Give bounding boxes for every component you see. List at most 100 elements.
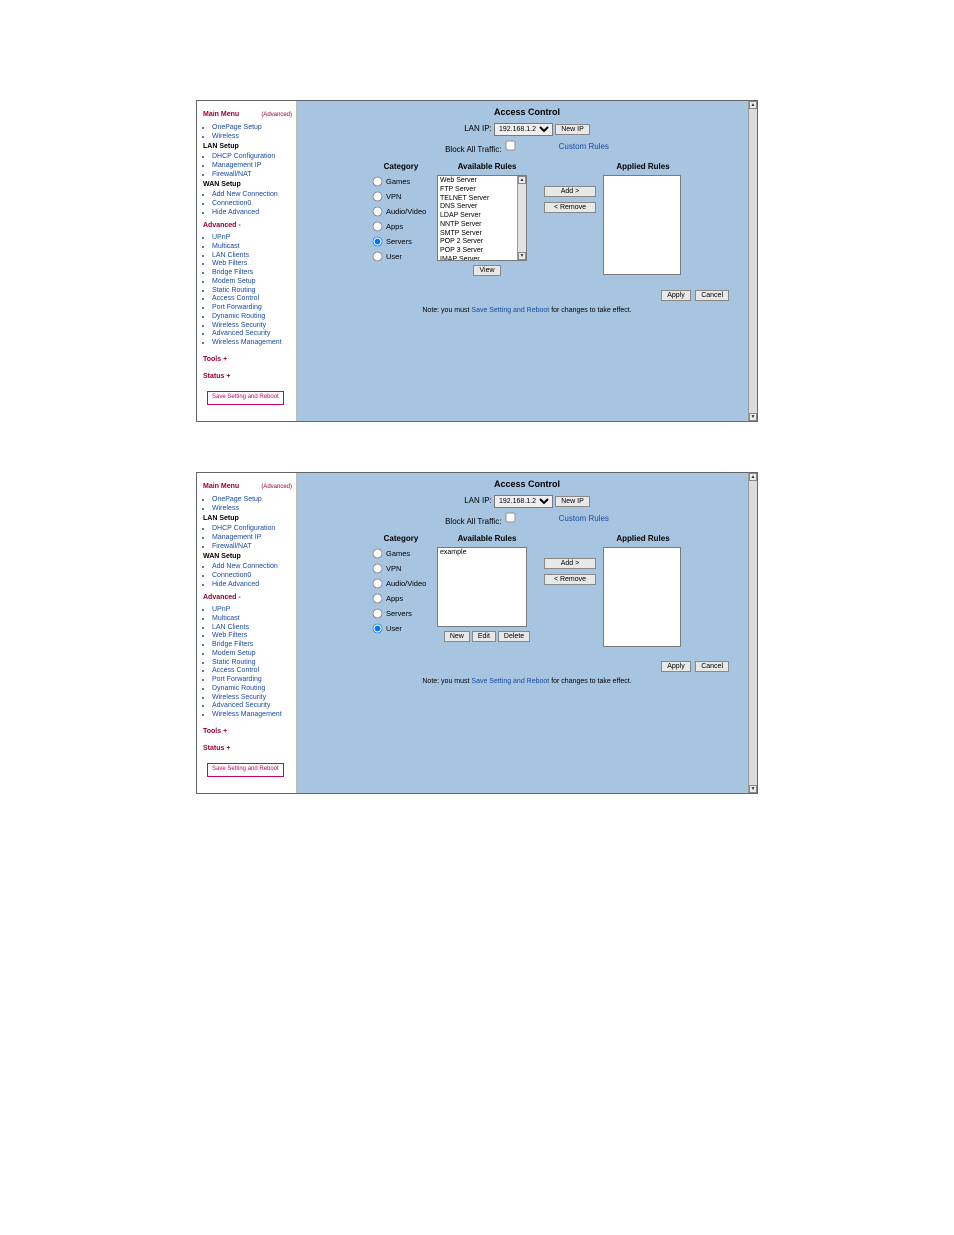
save-reboot-button[interactable]: Save Setting and Reboot (207, 763, 284, 777)
available-rules-listbox[interactable]: Web Server FTP Server TELNET Server DNS … (437, 175, 527, 261)
scroll-up-icon[interactable]: ▲ (749, 101, 757, 109)
nav-dynamic-routing[interactable]: Dynamic Routing (212, 685, 265, 692)
nav-dynamic-routing[interactable]: Dynamic Routing (212, 313, 265, 320)
nav-connection0[interactable]: Connection0 (212, 572, 251, 579)
category-audio-video-radio[interactable] (373, 207, 383, 217)
category-servers-radio[interactable] (373, 609, 383, 619)
nav-wireless-security[interactable]: Wireless Security (212, 322, 266, 329)
nav-upnp[interactable]: UPnP (212, 606, 230, 613)
nav-web-filters[interactable]: Web Filters (212, 632, 247, 639)
remove-button[interactable]: < Remove (544, 202, 596, 213)
list-item[interactable]: POP 3 Server (440, 247, 516, 256)
nav-lan-clients[interactable]: LAN Clients (212, 252, 249, 259)
list-item[interactable]: IMAP Server (440, 256, 516, 260)
lan-ip-select[interactable]: 192.168.1.2 (494, 123, 553, 136)
delete-button[interactable]: Delete (498, 631, 530, 642)
tools-heading[interactable]: Tools + (203, 728, 292, 737)
list-item[interactable]: SMTP Server (440, 230, 516, 239)
add-button[interactable]: Add > (544, 186, 596, 197)
nav-lan-clients[interactable]: LAN Clients (212, 624, 249, 631)
nav-onepage-setup[interactable]: OnePage Setup (212, 496, 262, 503)
nav-management-ip[interactable]: Management IP (212, 534, 261, 541)
available-rules-listbox[interactable]: example (437, 547, 527, 627)
remove-button[interactable]: < Remove (544, 574, 596, 585)
nav-bridge-filters[interactable]: Bridge Filters (212, 269, 253, 276)
edit-button[interactable]: Edit (472, 631, 496, 642)
list-item[interactable]: TELNET Server (440, 195, 516, 204)
nav-advanced-security[interactable]: Advanced Security (212, 702, 270, 709)
category-apps-radio[interactable] (373, 594, 383, 604)
nav-management-ip[interactable]: Management IP (212, 162, 261, 169)
lan-ip-select[interactable]: 192.168.1.2 (494, 495, 553, 508)
block-all-checkbox[interactable] (505, 513, 515, 523)
category-audio-video-radio[interactable] (373, 579, 383, 589)
nav-hide-advanced[interactable]: Hide Advanced (212, 209, 259, 216)
status-heading[interactable]: Status + (203, 745, 292, 754)
list-item[interactable]: NNTP Server (440, 221, 516, 230)
category-vpn-radio[interactable] (373, 564, 383, 574)
list-item[interactable]: LDAP Server (440, 212, 516, 221)
status-heading[interactable]: Status + (203, 373, 292, 382)
category-user-radio[interactable] (373, 624, 383, 634)
nav-bridge-filters[interactable]: Bridge Filters (212, 641, 253, 648)
new-ip-button[interactable]: New IP (555, 496, 590, 507)
nav-add-new-connection[interactable]: Add New Connection (212, 191, 278, 198)
nav-dhcp-configuration[interactable]: DHCP Configuration (212, 525, 275, 532)
page-scrollbar[interactable]: ▲ ▼ (748, 101, 757, 421)
nav-upnp[interactable]: UPnP (212, 234, 230, 241)
category-servers-radio[interactable] (373, 237, 383, 247)
nav-port-forwarding[interactable]: Port Forwarding (212, 676, 262, 683)
nav-static-routing[interactable]: Static Routing (212, 659, 256, 666)
advanced-top-link[interactable]: (Advanced) (261, 484, 292, 492)
nav-connection0[interactable]: Connection0 (212, 200, 251, 207)
nav-add-new-connection[interactable]: Add New Connection (212, 563, 278, 570)
nav-web-filters[interactable]: Web Filters (212, 260, 247, 267)
save-reboot-button[interactable]: Save Setting and Reboot (207, 391, 284, 405)
applied-rules-listbox[interactable] (603, 547, 681, 647)
list-item[interactable]: example (440, 549, 524, 558)
new-button[interactable]: New (444, 631, 470, 642)
view-button[interactable]: View (473, 265, 500, 276)
apply-button[interactable]: Apply (661, 661, 691, 672)
listbox-scrollbar[interactable]: ▲ ▼ (517, 176, 526, 260)
category-apps-radio[interactable] (373, 222, 383, 232)
note-save-reboot-link[interactable]: Save Setting and Reboot (471, 307, 549, 314)
advanced-heading[interactable]: Advanced - (203, 594, 292, 603)
category-games-radio[interactable] (373, 177, 383, 187)
new-ip-button[interactable]: New IP (555, 124, 590, 135)
scroll-up-icon[interactable]: ▲ (749, 473, 757, 481)
nav-onepage-setup[interactable]: OnePage Setup (212, 124, 262, 131)
block-all-checkbox[interactable] (505, 141, 515, 151)
nav-dhcp-configuration[interactable]: DHCP Configuration (212, 153, 275, 160)
list-item[interactable]: DNS Server (440, 203, 516, 212)
apply-button[interactable]: Apply (661, 290, 691, 301)
nav-port-forwarding[interactable]: Port Forwarding (212, 304, 262, 311)
note-save-reboot-link[interactable]: Save Setting and Reboot (471, 678, 549, 685)
nav-multicast[interactable]: Multicast (212, 615, 240, 622)
list-item[interactable]: Web Server (440, 177, 516, 186)
nav-wireless-management[interactable]: Wireless Management (212, 711, 282, 718)
nav-firewall-nat[interactable]: Firewall/NAT (212, 171, 252, 178)
list-item[interactable]: FTP Server (440, 186, 516, 195)
cancel-button[interactable]: Cancel (695, 290, 729, 301)
nav-wireless-security[interactable]: Wireless Security (212, 694, 266, 701)
nav-modem-setup[interactable]: Modem Setup (212, 650, 256, 657)
category-games-radio[interactable] (373, 549, 383, 559)
custom-rules-link[interactable]: Custom Rules (559, 514, 609, 523)
tools-heading[interactable]: Tools + (203, 356, 292, 365)
custom-rules-link[interactable]: Custom Rules (559, 142, 609, 151)
cancel-button[interactable]: Cancel (695, 661, 729, 672)
nav-hide-advanced[interactable]: Hide Advanced (212, 581, 259, 588)
nav-wireless[interactable]: Wireless (212, 505, 239, 512)
scroll-down-icon[interactable]: ▼ (518, 252, 526, 260)
category-vpn-radio[interactable] (373, 192, 383, 202)
nav-access-control[interactable]: Access Control (212, 295, 259, 302)
nav-static-routing[interactable]: Static Routing (212, 287, 256, 294)
add-button[interactable]: Add > (544, 558, 596, 569)
applied-rules-listbox[interactable] (603, 175, 681, 275)
nav-wireless-management[interactable]: Wireless Management (212, 339, 282, 346)
nav-multicast[interactable]: Multicast (212, 243, 240, 250)
nav-firewall-nat[interactable]: Firewall/NAT (212, 543, 252, 550)
page-scrollbar[interactable]: ▲ ▼ (748, 473, 757, 793)
scroll-down-icon[interactable]: ▼ (749, 413, 757, 421)
